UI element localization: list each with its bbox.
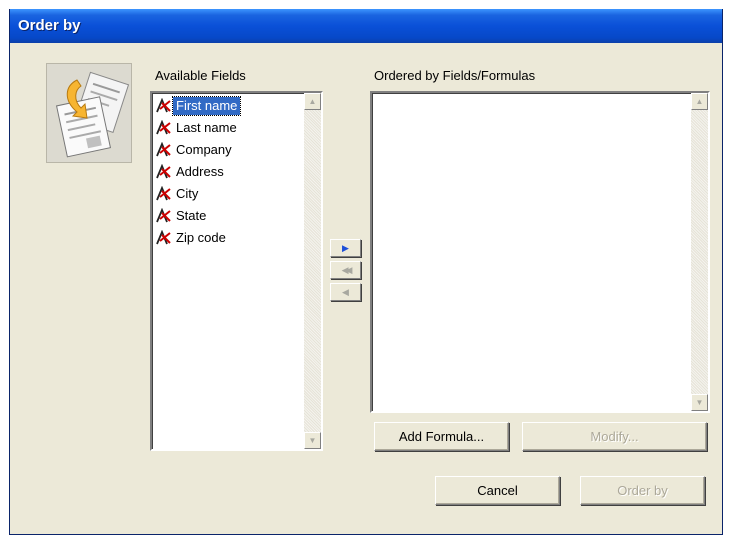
field-name: City	[176, 186, 199, 201]
field-list-item[interactable]: Address	[155, 161, 321, 183]
title-bar[interactable]: Order by	[10, 9, 722, 43]
field-name: State	[176, 208, 207, 223]
double-arrow-left-icon: ◀◀	[341, 264, 353, 275]
available-fields-list: First name Last name Company Address City Sta…	[152, 93, 321, 249]
arrow-right-icon: ▶	[342, 242, 349, 253]
field-list-item[interactable]: Zip code	[155, 227, 321, 249]
transfer-buttons: ▶ ◀◀ ◀	[330, 239, 363, 309]
field-a-icon	[156, 120, 171, 135]
field-list-item[interactable]: City	[155, 183, 321, 205]
modify-button[interactable]: Modify...	[522, 422, 707, 451]
field-list-item[interactable]: Company	[155, 139, 321, 161]
order-by-dialog: Order by Available Fields Ordered by Fie…	[9, 9, 723, 535]
order-by-button[interactable]: Order by	[580, 476, 705, 505]
available-fields-listbox[interactable]: First name Last name Company Address City Sta…	[150, 91, 323, 451]
triangle-up-icon: ▲	[308, 97, 317, 106]
field-name: Company	[176, 142, 232, 157]
available-fields-label: Available Fields	[155, 68, 246, 83]
field-list-item[interactable]: First name	[155, 95, 321, 117]
available-fields-scrollbar[interactable]: ▲ ▼	[304, 93, 321, 449]
ordered-fields-listbox[interactable]: ▲ ▼	[370, 91, 710, 413]
field-a-icon	[156, 98, 171, 113]
scroll-down-button[interactable]: ▼	[691, 394, 708, 411]
triangle-down-icon: ▼	[308, 436, 317, 445]
add-formula-button[interactable]: Add Formula...	[374, 422, 509, 451]
add-field-button[interactable]: ▶	[330, 239, 361, 257]
remove-field-button[interactable]: ◀	[330, 283, 361, 301]
remove-all-button[interactable]: ◀◀	[330, 261, 361, 279]
field-name: Last name	[176, 120, 237, 135]
scroll-down-button[interactable]: ▼	[304, 432, 321, 449]
field-list-item[interactable]: State	[155, 205, 321, 227]
arrow-left-icon: ◀	[342, 286, 349, 297]
field-a-icon	[156, 142, 171, 157]
scroll-up-button[interactable]: ▲	[691, 93, 708, 110]
field-a-icon	[156, 186, 171, 201]
field-name: Address	[176, 164, 224, 179]
field-list-item[interactable]: Last name	[155, 117, 321, 139]
field-name: First name	[171, 96, 242, 116]
field-a-icon	[156, 208, 171, 223]
ordered-fields-label: Ordered by Fields/Formulas	[374, 68, 536, 83]
documents-sort-icon	[46, 63, 132, 163]
field-a-icon	[156, 164, 171, 179]
triangle-down-icon: ▼	[695, 398, 704, 407]
cancel-button[interactable]: Cancel	[435, 476, 560, 505]
ordered-fields-scrollbar[interactable]: ▲ ▼	[691, 93, 708, 411]
scroll-up-button[interactable]: ▲	[304, 93, 321, 110]
dialog-title: Order by	[18, 17, 81, 34]
field-a-icon	[156, 230, 171, 245]
triangle-up-icon: ▲	[695, 97, 704, 106]
field-name: Zip code	[176, 230, 226, 245]
